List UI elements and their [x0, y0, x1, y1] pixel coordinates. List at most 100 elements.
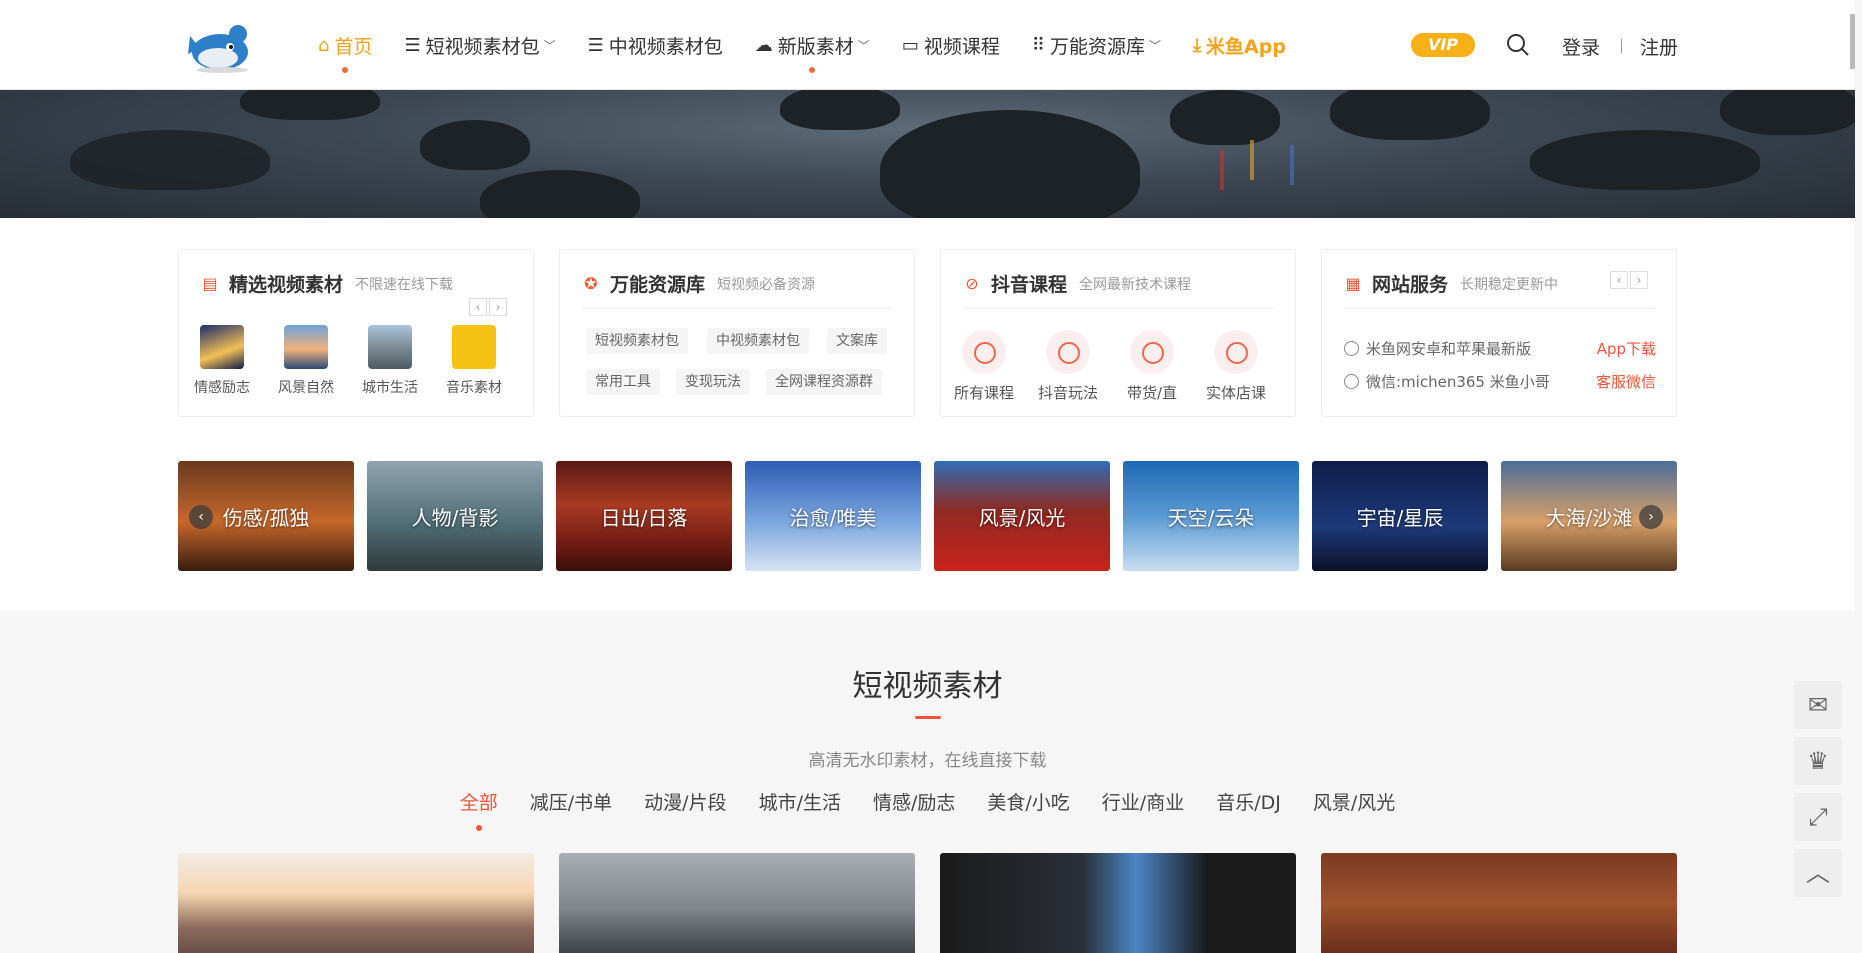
category-tile[interactable]: 天空/云朵	[1123, 461, 1299, 571]
login-link[interactable]: 登录	[1562, 33, 1600, 60]
strip-prev-icon[interactable]: ‹	[189, 505, 213, 529]
filter-tab[interactable]: 情感/励志	[873, 788, 955, 815]
nav-home[interactable]: ⌂ 首页	[318, 0, 372, 90]
course-icon	[1214, 330, 1258, 374]
banner-light	[1290, 145, 1294, 185]
banner-light	[1250, 140, 1254, 180]
resource-tag[interactable]: 中视频素材包	[707, 328, 809, 354]
category-tile[interactable]: 风景/风光	[934, 461, 1110, 571]
card-header: ▦ 网站服务 长期稳定更新中	[1344, 270, 1558, 297]
next-arrow-icon[interactable]: ›	[1630, 271, 1648, 289]
course-label: 所有课程	[953, 384, 1014, 402]
card-header: ⊘ 抖音课程 全网最新技术课程	[963, 270, 1191, 297]
featured-item[interactable]: 情感励志	[187, 325, 257, 397]
course-label: 实体店课	[1205, 384, 1266, 402]
resource-tag[interactable]: 短视频素材包	[586, 328, 688, 354]
course-label: 带货/直	[1126, 384, 1178, 402]
featured-item[interactable]: 音乐素材	[439, 325, 509, 397]
home-icon: ⌂	[318, 34, 330, 56]
next-arrow-icon[interactable]: ›	[489, 298, 507, 316]
category-tile[interactable]: 日出/日落	[556, 461, 732, 571]
video-card[interactable]	[1321, 853, 1677, 953]
category-tile[interactable]: 人物/背影	[367, 461, 543, 571]
nav-video-course[interactable]: ▭ 视频课程	[902, 0, 1000, 90]
course-icon	[1046, 330, 1090, 374]
fullscreen-icon[interactable]: ⤢	[1794, 793, 1842, 841]
filter-tab[interactable]: 美食/小吃	[987, 788, 1069, 815]
nav-short-video-pack[interactable]: ☰ 短视频素材包 ﹀	[404, 0, 555, 90]
resource-tag[interactable]: 常用工具	[586, 369, 660, 395]
filter-tab[interactable]: 城市/生活	[759, 788, 841, 815]
category-tile[interactable]: 宇宙/星辰	[1312, 461, 1488, 571]
nav-resource-library[interactable]: ⠿ 万能资源库 ﹀	[1032, 0, 1161, 90]
prev-arrow-icon[interactable]: ‹	[469, 298, 487, 316]
filter-tab[interactable]: 音乐/DJ	[1216, 788, 1281, 815]
wechat-icon[interactable]: ✉	[1794, 681, 1842, 729]
active-dot	[342, 67, 349, 73]
banner-rock	[240, 90, 380, 120]
card-pager: ‹ ›	[1608, 271, 1648, 289]
card-pager: ‹ ›	[467, 298, 507, 316]
filter-tab[interactable]: 行业/商业	[1102, 788, 1184, 815]
video-icon: ▭	[901, 34, 919, 56]
banner-rock	[1720, 90, 1855, 135]
card-divider	[582, 308, 892, 309]
category-tile[interactable]: 治愈/唯美	[745, 461, 921, 571]
featured-item[interactable]: 风景自然	[271, 325, 341, 397]
video-card[interactable]	[940, 853, 1296, 953]
chevron-down-icon: ﹀	[857, 38, 870, 53]
prev-arrow-icon[interactable]: ‹	[1610, 271, 1628, 289]
register-link[interactable]: 注册	[1640, 33, 1678, 60]
download-icon: ⤓	[1193, 34, 1202, 56]
chevron-down-icon: ﹀	[1149, 38, 1162, 53]
banner-rock	[880, 110, 1140, 218]
video-card[interactable]	[178, 853, 534, 953]
customer-service-link[interactable]: 客服微信	[1596, 371, 1656, 392]
filter-label: 全部	[459, 792, 498, 814]
filter-tab[interactable]: 风景/风光	[1313, 788, 1395, 815]
search-icon[interactable]	[1506, 33, 1530, 57]
grid-icon: ⠿	[1031, 34, 1046, 56]
video-card[interactable]	[559, 853, 915, 953]
thumb-label: 风景自然	[278, 380, 334, 396]
card-divider	[1344, 308, 1654, 309]
main-nav: ⌂ 首页 ☰ 短视频素材包 ﹀ ☰ 中视频素材包 ☁ 新版素材 ﹀ ▭ 视频课程…	[318, 0, 1318, 90]
card-title: 抖音课程	[991, 274, 1068, 296]
resource-tag[interactable]: 变现玩法	[676, 369, 750, 395]
service-row: 微信:michen365 米鱼小哥 客服微信	[1344, 371, 1656, 392]
course-item[interactable]: 带货/直	[1117, 330, 1187, 403]
thumb-image	[200, 325, 244, 369]
card-subtitle: 全网最新技术课程	[1079, 276, 1192, 293]
app-download-link[interactable]: App下载	[1597, 338, 1656, 359]
list-icon: ☰	[404, 34, 421, 56]
music-film-icon	[452, 325, 496, 369]
nav-label: 新版素材	[777, 35, 854, 58]
course-label: 抖音玩法	[1037, 384, 1098, 402]
logo-icon[interactable]	[186, 14, 258, 74]
service-text: 微信:michen365 米鱼小哥	[1366, 373, 1550, 391]
course-item[interactable]: 所有课程	[949, 330, 1019, 403]
category-label: 日出/日落	[600, 505, 688, 530]
scrollbar[interactable]	[1850, 14, 1855, 69]
strip-next-icon[interactable]: ›	[1639, 505, 1663, 529]
vip-badge[interactable]: VIP	[1411, 33, 1475, 57]
featured-materials-card: ▤ 精选视频素材 不限速在线下载 ‹ › 情感励志 风景自然 城市生活 音乐素材	[178, 249, 534, 417]
filter-tab[interactable]: 减压/书单	[530, 788, 612, 815]
resource-tag[interactable]: 文案库	[827, 328, 887, 354]
category-label: 宇宙/星辰	[1356, 505, 1444, 530]
card-header: ▤ 精选视频素材 不限速在线下载	[201, 270, 453, 297]
service-row: 米鱼网安卓和苹果最新版 App下载	[1344, 338, 1656, 359]
resource-tag[interactable]: 全网课程资源群	[766, 369, 882, 395]
nav-mid-video-pack[interactable]: ☰ 中视频素材包	[588, 0, 723, 90]
filter-tab[interactable]: 动漫/片段	[644, 788, 726, 815]
course-item[interactable]: 实体店课	[1201, 330, 1271, 403]
category-label: 天空/云朵	[1167, 505, 1255, 530]
course-item[interactable]: 抖音玩法	[1033, 330, 1103, 403]
crown-icon[interactable]: ♛	[1794, 737, 1842, 785]
filter-tab[interactable]: 全部	[459, 788, 498, 831]
card-header: ✪ 万能资源库 短视频必备资源	[582, 270, 815, 297]
featured-item[interactable]: 城市生活	[355, 325, 425, 397]
nav-new-material[interactable]: ☁ 新版素材 ﹀	[755, 0, 870, 90]
back-to-top-icon[interactable]: ︿	[1794, 849, 1842, 897]
nav-app-download[interactable]: ⤓ 米鱼App	[1193, 0, 1286, 90]
